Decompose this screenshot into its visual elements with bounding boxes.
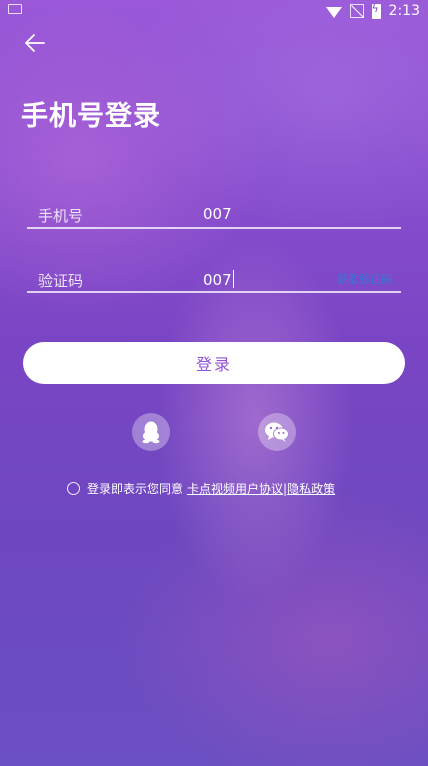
privacy-policy-link[interactable]: 隐私政策 [287, 480, 335, 497]
phone-underline [27, 227, 401, 229]
phone-label: 手机号 [38, 207, 84, 225]
phone-input[interactable]: 007 [203, 205, 232, 223]
get-code-button[interactable]: 获取验证码 [337, 271, 392, 287]
page-title: 手机号登录 [21, 101, 161, 132]
code-label: 验证码 [38, 272, 84, 290]
wifi-icon [325, 6, 342, 18]
wechat-login-button[interactable] [258, 413, 296, 451]
qq-icon [142, 421, 160, 444]
status-time: 2:13 [388, 3, 420, 19]
login-button[interactable]: 登录 [23, 342, 405, 384]
agreement-row: 登录即表示您同意 卡点视频用户协议 | 隐私政策 [67, 480, 335, 497]
login-button-label: 登录 [195, 355, 232, 374]
status-bar: 2:13 [0, 0, 428, 22]
back-arrow-icon[interactable] [22, 30, 48, 56]
agree-radio[interactable] [67, 482, 80, 495]
keyboard-icon [8, 4, 22, 14]
status-icons: 2:13 [325, 2, 420, 20]
no-signal-icon [349, 4, 364, 18]
text-cursor [232, 270, 235, 288]
battery-charging-icon [371, 2, 381, 19]
agreement-prefix: 登录即表示您同意 [87, 482, 184, 496]
user-agreement-link[interactable]: 卡点视频用户协议 [187, 480, 283, 497]
qq-login-button[interactable] [132, 413, 170, 451]
wechat-icon [265, 422, 289, 442]
code-underline [27, 291, 401, 293]
code-input[interactable]: 007 [203, 270, 235, 289]
code-input-value: 007 [203, 271, 232, 289]
